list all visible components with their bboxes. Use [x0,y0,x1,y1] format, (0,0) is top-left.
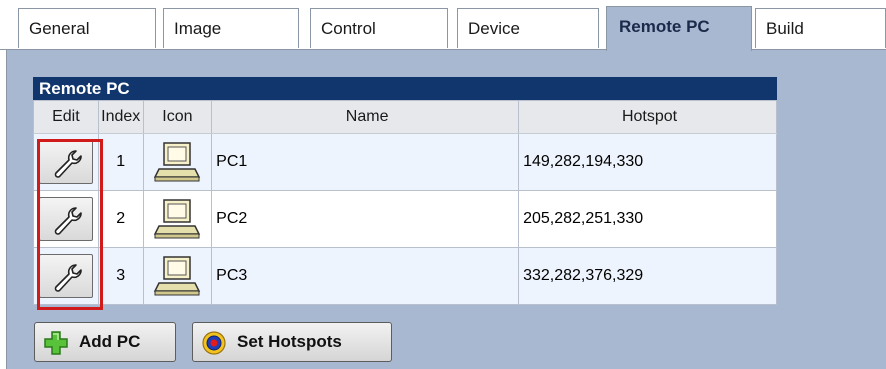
index-cell: 2 [97,190,144,248]
column-header-hotspot: Hotspot [518,100,777,134]
tab-label: Build [766,19,804,38]
edit-button[interactable] [38,140,93,184]
column-header-index: Index [97,100,144,134]
wrench-icon [54,207,82,235]
table-row: 2 PC2 205,282,251,330 [33,190,777,248]
column-header-edit: Edit [33,100,99,134]
wrench-icon [54,264,82,292]
index-cell: 1 [97,133,144,191]
add-pc-label: Add PC [79,332,141,351]
hotspot-cell: 332,282,376,329 [518,247,777,305]
edit-cell [33,190,99,248]
tab-general[interactable]: General [18,8,156,48]
tab-control[interactable]: Control [310,8,448,48]
edit-cell [33,247,99,305]
set-hotspots-button[interactable]: Set Hotspots [192,322,392,362]
computer-icon [154,256,201,296]
tab-label: Control [321,19,376,38]
computer-icon [154,199,201,239]
edit-cell [33,133,99,191]
hotspot-cell: 149,282,194,330 [518,133,777,191]
edit-button[interactable] [38,254,93,298]
name-cell: PC3 [211,247,520,305]
green-plus-icon [43,330,69,361]
table-row: 1 PC1 149,282,194,330 [33,133,777,191]
set-hotspots-label: Set Hotspots [237,332,342,351]
edit-button[interactable] [38,197,93,241]
tab-label: Device [468,19,520,38]
tab-label: General [29,19,90,38]
table-row: 3 PC3 332,282,376,329 [33,247,777,305]
name-cell: PC2 [211,190,520,248]
grid-caption: Remote PC [33,77,777,101]
table-header-row: Edit Index Icon Name Hotspot [33,100,777,134]
name-cell: PC1 [211,133,520,191]
tab-remote-pc[interactable]: Remote PC [606,6,752,51]
icon-cell [142,133,213,191]
index-cell: 3 [97,247,144,305]
target-icon [201,330,227,361]
tab-build[interactable]: Build [755,8,886,48]
wrench-icon [54,150,82,178]
column-header-icon: Icon [142,100,213,134]
tab-device[interactable]: Device [457,8,599,48]
tab-label: Remote PC [619,17,710,36]
computer-icon [154,142,201,182]
icon-cell [142,247,213,305]
hotspot-cell: 205,282,251,330 [518,190,777,248]
column-header-name: Name [211,100,520,134]
remote-pc-table: Edit Index Icon Name Hotspot 1 PC1 149,2… [33,100,777,305]
tab-label: Image [174,19,222,38]
tab-image[interactable]: Image [163,8,299,48]
tab-strip: General Image Control Device Remote PC B… [0,0,886,51]
icon-cell [142,190,213,248]
add-pc-button[interactable]: Add PC [34,322,176,362]
